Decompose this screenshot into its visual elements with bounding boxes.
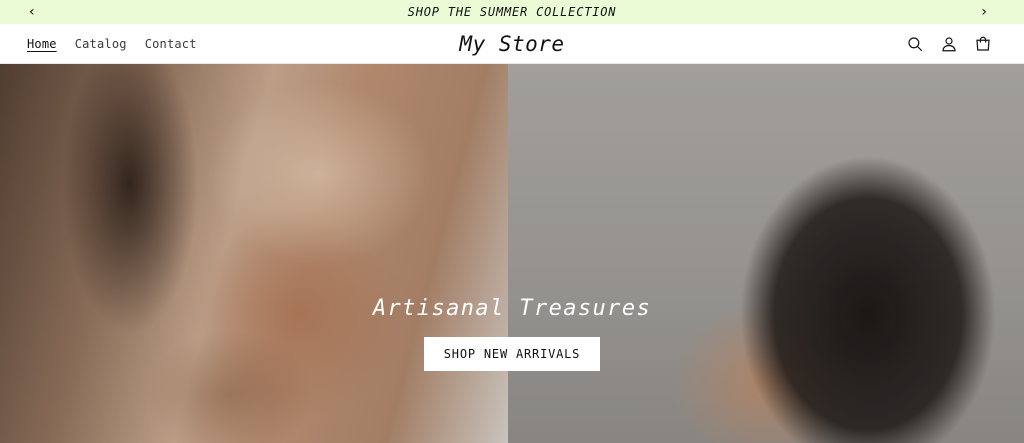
chevron-left-icon[interactable]: ‹ [20, 0, 44, 24]
hero-title: Artisanal Treasures [372, 296, 652, 321]
main-nav: Home Catalog Contact [27, 24, 197, 64]
shop-new-arrivals-button[interactable]: SHOP NEW ARRIVALS [424, 337, 600, 371]
announcement-bar: ‹ SHOP THE SUMMER COLLECTION › [0, 0, 1024, 24]
announcement-text[interactable]: SHOP THE SUMMER COLLECTION [408, 5, 617, 19]
search-icon[interactable] [904, 33, 926, 55]
nav-link-catalog[interactable]: Catalog [75, 37, 127, 51]
header-icons [904, 24, 994, 64]
chevron-right-icon[interactable]: › [972, 0, 996, 24]
cart-icon[interactable] [972, 33, 994, 55]
account-icon[interactable] [938, 33, 960, 55]
nav-link-home[interactable]: Home [27, 37, 57, 51]
nav-link-contact[interactable]: Contact [145, 37, 197, 51]
hero-content: Artisanal Treasures SHOP NEW ARRIVALS [0, 64, 1024, 443]
store-logo[interactable]: My Store [459, 32, 564, 56]
hero-banner: Artisanal Treasures SHOP NEW ARRIVALS [0, 64, 1024, 443]
site-header: Home Catalog Contact My Store [0, 24, 1024, 64]
